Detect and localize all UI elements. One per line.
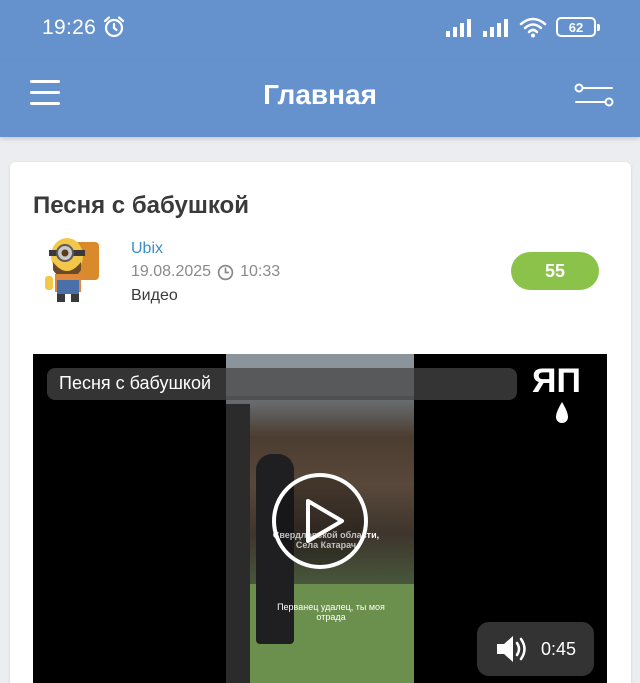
post-card[interactable]: Песня с бабушкой Ubix 19.08.2025 10:33 В…: [10, 162, 631, 683]
post-time: 10:33: [240, 263, 281, 280]
video-scene: [226, 404, 250, 683]
video-player[interactable]: Свердловской области, Села Катарач Перва…: [33, 354, 607, 683]
rating-badge[interactable]: 55: [511, 252, 599, 290]
battery-level: 62: [568, 19, 584, 35]
avatar[interactable]: [35, 232, 107, 307]
battery-icon: 62: [556, 17, 600, 37]
wifi-icon: [519, 17, 547, 38]
post-type: Видео: [131, 287, 178, 304]
sound-control[interactable]: 0:45: [477, 622, 594, 676]
video-title-bar: Песня с бабушкой: [47, 368, 517, 400]
video-caption: Перванец удалец, ты моя отрада: [277, 602, 385, 622]
clock-icon: [217, 264, 234, 280]
status-icons: 62: [445, 16, 600, 38]
status-bar: 19:26 62: [0, 0, 640, 60]
author-link[interactable]: Ubix: [131, 240, 163, 258]
post-title[interactable]: Песня с бабушкой: [33, 192, 249, 220]
app-bar: Главная: [0, 60, 640, 137]
filter-icon[interactable]: [574, 80, 614, 110]
signal-icon: [446, 19, 471, 37]
channel-logo-text: ЯП: [532, 362, 581, 400]
post-meta: 19.08.2025 10:33: [131, 263, 280, 281]
post-date: 19.08.2025: [131, 263, 212, 280]
video-duration: 0:45: [540, 638, 577, 659]
video-title: Песня с бабушкой: [59, 373, 212, 393]
play-icon[interactable]: [270, 471, 370, 571]
alarm-icon: [103, 16, 125, 38]
page-title: Главная: [263, 79, 377, 110]
channel-logo: ЯП: [532, 362, 581, 423]
status-time: 19:26: [42, 16, 97, 39]
signal-icon: [483, 19, 508, 37]
volume-icon[interactable]: [495, 634, 529, 664]
